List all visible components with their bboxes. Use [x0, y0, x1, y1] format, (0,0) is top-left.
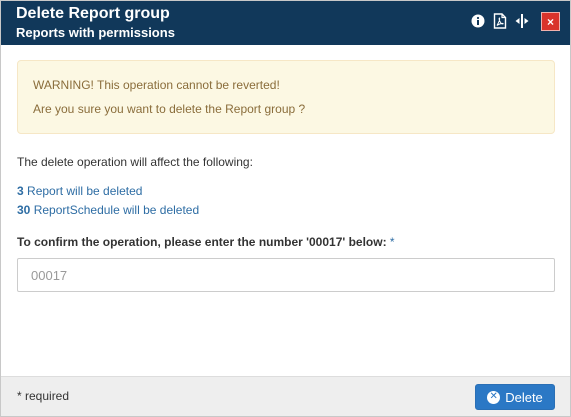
confirm-question: Are you sure you want to delete the Repo…: [33, 102, 306, 116]
effect-item: 3 Report will be deleted: [17, 184, 142, 198]
required-asterisk: *: [386, 235, 395, 249]
warning-text: WARNING! This operation cannot be revert…: [33, 78, 280, 92]
effect-count: 30: [17, 203, 31, 217]
effect-item: 30 ReportSchedule will be deleted: [17, 203, 199, 217]
delete-dialog: Delete Report group Reports with permiss…: [0, 0, 571, 417]
confirm-number-input[interactable]: [17, 258, 555, 292]
affect-heading: The delete operation will affect the fol…: [17, 155, 253, 169]
confirm-label: To confirm the operation, please enter t…: [17, 235, 395, 249]
effect-text: ReportSchedule will be deleted: [30, 203, 200, 217]
effect-count: 3: [17, 184, 24, 198]
dialog-footer: * required ✕ Delete: [1, 376, 570, 416]
required-note: * required: [17, 389, 70, 403]
warning-alert: WARNING! This operation cannot be revert…: [17, 60, 555, 134]
dialog-subtitle: Reports with permissions: [16, 25, 175, 40]
pdf-icon[interactable]: [491, 12, 509, 30]
resize-icon[interactable]: [513, 12, 531, 30]
confirm-label-text: To confirm the operation, please enter t…: [17, 235, 387, 249]
effect-text: Report will be deleted: [23, 184, 143, 198]
dialog-title: Delete Report group: [16, 5, 170, 22]
close-icon: ×: [546, 14, 554, 29]
info-icon[interactable]: [469, 12, 487, 30]
dialog-header: Delete Report group Reports with permiss…: [1, 1, 570, 45]
times-circle-icon: ✕: [487, 390, 501, 404]
close-button[interactable]: ×: [541, 12, 560, 31]
delete-button-label: Delete: [505, 389, 543, 405]
delete-button[interactable]: ✕ Delete: [475, 384, 555, 410]
